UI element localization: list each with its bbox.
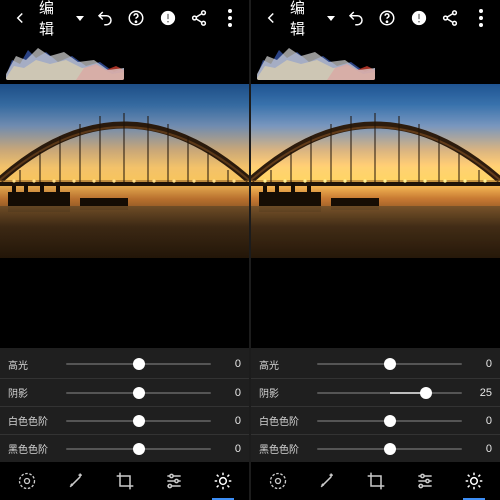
wand-icon[interactable] (61, 466, 91, 496)
slider-value: 0 (219, 387, 241, 399)
slider-knob[interactable] (133, 358, 145, 370)
bottom-toolbar (0, 462, 249, 500)
photo-preview (0, 84, 249, 258)
more-icon[interactable] (216, 4, 243, 32)
slider-shadows[interactable]: 阴影 0 (0, 378, 249, 406)
flag-icon[interactable] (405, 4, 432, 32)
slider-blacks[interactable]: 黑色色阶 0 (251, 434, 500, 462)
title-dropdown-icon[interactable] (327, 16, 335, 21)
slider-track[interactable] (317, 363, 462, 365)
slider-highlights[interactable]: 高光 0 (251, 350, 500, 378)
back-icon[interactable] (257, 4, 284, 32)
back-icon[interactable] (6, 4, 33, 32)
help-icon[interactable] (123, 4, 150, 32)
slider-knob[interactable] (420, 387, 432, 399)
slider-track[interactable] (66, 448, 211, 450)
slider-track[interactable] (317, 448, 462, 450)
slider-shadows[interactable]: 阴影 25 (251, 378, 500, 406)
more-icon[interactable] (467, 4, 494, 32)
slider-whites[interactable]: 白色色阶 0 (251, 406, 500, 434)
slider-value: 0 (470, 358, 492, 370)
editor-pane-left: 编辑 (0, 0, 249, 500)
crop-icon[interactable] (361, 466, 391, 496)
slider-label: 阴影 (8, 385, 58, 400)
screen-title[interactable]: 编辑 (39, 0, 68, 39)
sun-icon[interactable] (208, 466, 238, 496)
slider-panel: 高光 0 阴影 25 白色色阶 0 (251, 348, 500, 462)
slider-label: 黑色色阶 (8, 441, 58, 456)
screen-title[interactable]: 编辑 (290, 0, 319, 39)
histogram[interactable] (251, 36, 500, 84)
slider-label: 白色色阶 (259, 413, 309, 428)
sliders-icon[interactable] (159, 466, 189, 496)
slider-panel: 高光 0 阴影 0 白色色阶 0 黑色色阶 (0, 348, 249, 462)
flag-icon[interactable] (154, 4, 181, 32)
slider-value: 0 (470, 415, 492, 427)
sun-icon[interactable] (459, 466, 489, 496)
slider-knob[interactable] (133, 387, 145, 399)
slider-track[interactable] (317, 392, 462, 394)
slider-label: 高光 (8, 357, 58, 372)
slider-knob[interactable] (384, 415, 396, 427)
undo-icon[interactable] (343, 4, 370, 32)
editor-pane-right: 编辑 (251, 0, 500, 500)
sliders-icon[interactable] (410, 466, 440, 496)
slider-whites[interactable]: 白色色阶 0 (0, 406, 249, 434)
share-icon[interactable] (436, 4, 463, 32)
bottom-toolbar (251, 462, 500, 500)
slider-label: 白色色阶 (8, 413, 58, 428)
title-dropdown-icon[interactable] (76, 16, 84, 21)
presets-icon[interactable] (12, 466, 42, 496)
slider-track[interactable] (317, 420, 462, 422)
slider-highlights[interactable]: 高光 0 (0, 350, 249, 378)
slider-value: 0 (219, 358, 241, 370)
share-icon[interactable] (185, 4, 212, 32)
slider-knob[interactable] (133, 415, 145, 427)
slider-label: 黑色色阶 (259, 441, 309, 456)
top-bar: 编辑 (251, 0, 500, 36)
canvas[interactable] (251, 84, 500, 348)
top-bar: 编辑 (0, 0, 249, 36)
slider-track[interactable] (66, 420, 211, 422)
canvas[interactable] (0, 84, 249, 348)
slider-value: 0 (219, 443, 241, 455)
slider-value: 25 (470, 387, 492, 399)
slider-blacks[interactable]: 黑色色阶 0 (0, 434, 249, 462)
photo-preview (251, 84, 500, 258)
crop-icon[interactable] (110, 466, 140, 496)
slider-label: 高光 (259, 357, 309, 372)
slider-knob[interactable] (384, 358, 396, 370)
slider-knob[interactable] (384, 443, 396, 455)
slider-track[interactable] (66, 392, 211, 394)
presets-icon[interactable] (263, 466, 293, 496)
undo-icon[interactable] (92, 4, 119, 32)
slider-value: 0 (219, 415, 241, 427)
slider-value: 0 (470, 443, 492, 455)
help-icon[interactable] (374, 4, 401, 32)
wand-icon[interactable] (312, 466, 342, 496)
slider-track[interactable] (66, 363, 211, 365)
comparison-container: 编辑 (0, 0, 500, 500)
slider-knob[interactable] (133, 443, 145, 455)
slider-label: 阴影 (259, 385, 309, 400)
histogram[interactable] (0, 36, 249, 84)
